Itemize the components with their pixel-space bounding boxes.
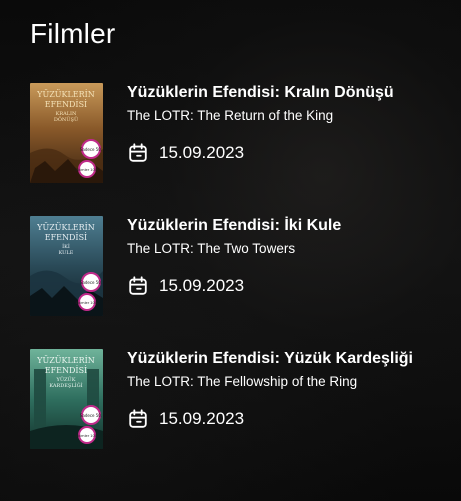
poster-title-line2: EFENDİSİ [45, 100, 87, 109]
calendar-icon [129, 409, 147, 428]
movie-original-title: The LOTR: The Fellowship of the Ring [127, 374, 358, 389]
movie-title[interactable]: Yüzüklerin Efendisi: Yüzük Kardeşliği [127, 349, 413, 369]
poster-subtitle-line2: KULE [59, 250, 74, 256]
movie-poster[interactable]: YÜZÜKLERİN EFENDİSİ İKİ KULE Sadece 50. … [30, 216, 103, 316]
movie-info: Yüzüklerin Efendisi: İki Kule The LOTR: … [127, 216, 341, 297]
movie-info: Yüzüklerin Efendisi: Yüzük Kardeşliği Th… [127, 349, 413, 430]
movie-original-title: The LOTR: The Two Towers [127, 241, 296, 256]
movie-title[interactable]: Yüzüklerin Efendisi: Kralın Dönüşü [127, 83, 394, 103]
poster-title-line2: EFENDİSİ [45, 366, 87, 375]
poster-badge-2: Ekimler 100. [76, 434, 98, 438]
poster-badge-2: Ekimler 100. [76, 301, 98, 305]
release-date: 15.09.2023 [159, 409, 245, 428]
section-title: Filmler [30, 18, 116, 49]
movie-info: Yüzüklerin Efendisi: Kralın Dönüşü The L… [127, 83, 394, 164]
release-date: 15.09.2023 [159, 143, 245, 162]
release-date-row: 15.09.2023 [127, 275, 341, 297]
poster-title-line1: YÜZÜKLERİN [36, 223, 95, 232]
movie-item[interactable]: YÜZÜKLERİN EFENDİSİ YÜZÜK KARDEŞLİĞİ Sad… [30, 349, 450, 482]
poster-subtitle-line1: YÜZÜK [56, 376, 76, 383]
movie-original-title: The LOTR: The Return of the King [127, 108, 334, 123]
calendar-icon [129, 143, 147, 162]
movie-item[interactable]: YÜZÜKLERİN EFENDİSİ İKİ KULE Sadece 50. … [30, 216, 450, 349]
release-date: 15.09.2023 [159, 276, 245, 295]
poster-badge: Sadece 50. [80, 413, 102, 418]
calendar-icon [129, 276, 147, 295]
poster-title-line1: YÜZÜKLERİN [36, 356, 95, 365]
poster-badge: Sadece 50. [80, 280, 102, 285]
movie-title[interactable]: Yüzüklerin Efendisi: İki Kule [127, 216, 341, 236]
movie-poster[interactable]: YÜZÜKLERİN EFENDİSİ YÜZÜK KARDEŞLİĞİ Sad… [30, 349, 103, 449]
poster-subtitle-line2: KARDEŞLİĞİ [49, 381, 82, 389]
movie-poster[interactable]: YÜZÜKLERİN EFENDİSİ KRALIN DÖNÜŞÜ Sadece… [30, 83, 103, 183]
release-date-row: 15.09.2023 [127, 142, 394, 164]
poster-subtitle-line1: İKİ [62, 243, 70, 250]
movie-item[interactable]: YÜZÜKLERİN EFENDİSİ KRALIN DÖNÜŞÜ Sadece… [30, 83, 450, 216]
poster-badge-2: Ekimler 100. [76, 168, 98, 172]
release-date-row: 15.09.2023 [127, 408, 413, 430]
poster-badge: Sadece 50. [80, 147, 102, 152]
poster-title-line2: EFENDİSİ [45, 233, 87, 242]
poster-title-line1: YÜZÜKLERİN [36, 90, 95, 99]
movie-list: YÜZÜKLERİN EFENDİSİ KRALIN DÖNÜŞÜ Sadece… [30, 83, 450, 482]
poster-subtitle-line2: DÖNÜŞÜ [54, 116, 78, 123]
